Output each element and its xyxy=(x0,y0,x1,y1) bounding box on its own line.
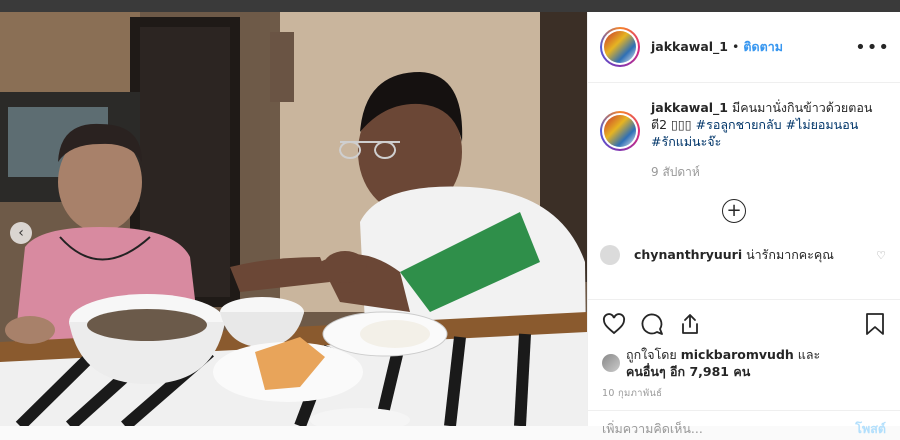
separator-dot: • xyxy=(732,39,740,54)
add-comment-bar: เพิ่มความคิดเห็น... โพสต์ xyxy=(588,410,900,440)
caption-time[interactable]: 9 สัปดาห์ xyxy=(651,164,886,181)
hashtag-link[interactable]: #รักแม่นะจ๊ะ xyxy=(651,134,721,149)
hashtag-link[interactable]: #ไม่ยอมนอน xyxy=(786,117,859,132)
post-date[interactable]: 10 กุมภาพันธ์ xyxy=(602,386,886,401)
bookmark-icon[interactable] xyxy=(864,312,886,336)
previous-image-button[interactable]: ‹ xyxy=(10,222,32,244)
post-sidebar: jakkawal_1 • ติดตาม ••• jakkawal_1 มีคนมาน… xyxy=(587,12,900,436)
comment-icon[interactable] xyxy=(640,312,664,336)
action-icons xyxy=(602,312,886,336)
caption: jakkawal_1 มีคนมานั่งกินข้าวด้วยตอนตี2 ▯… xyxy=(600,99,886,181)
more-options-icon[interactable]: ••• xyxy=(855,37,890,58)
heart-icon[interactable] xyxy=(602,312,626,336)
caption-body: jakkawal_1 มีคนมานั่งกินข้าวด้วยตอนตี2 ▯… xyxy=(651,99,886,181)
comments-section: jakkawal_1 มีคนมานั่งกินข้าวด้วยตอนตี2 ▯… xyxy=(588,83,900,299)
commenter-avatar[interactable] xyxy=(600,245,620,265)
page-backdrop xyxy=(0,0,900,12)
post-photo: ‹ xyxy=(0,12,587,426)
comment-text: chynanthryuuri น่ารักมากคะคุณ xyxy=(634,245,834,265)
follow-button[interactable]: ติดตาม xyxy=(743,39,783,54)
action-bar: ถูกใจโดย mickbaromvudh และ คนอื่นๆ อีก 7… xyxy=(588,299,900,401)
likes-and: และ xyxy=(797,347,821,362)
likes-summary: ถูกใจโดย mickbaromvudh และ คนอื่นๆ อีก 7… xyxy=(602,346,886,380)
likes-others-link[interactable]: คนอื่นๆ อีก 7,981 คน xyxy=(626,364,750,379)
likes-prefix: ถูกใจโดย xyxy=(626,347,677,362)
post-header: jakkawal_1 • ติดตาม ••• xyxy=(588,12,900,83)
profile-avatar[interactable] xyxy=(600,27,640,67)
share-icon[interactable] xyxy=(678,312,702,336)
post-modal: ‹ jakkawal_1 • ติดตาม ••• jakkawal_1 มีคนม… xyxy=(0,12,900,436)
comment-body: น่ารักมากคะคุณ xyxy=(746,247,834,262)
caption-username[interactable]: jakkawal_1 xyxy=(651,100,728,115)
photo-illustration xyxy=(0,12,587,426)
plus-circle-icon[interactable]: + xyxy=(722,199,746,223)
hashtag-link[interactable]: #รอลูกชายกลับ xyxy=(696,117,782,132)
username-link[interactable]: jakkawal_1 xyxy=(651,39,728,54)
comment-like-icon[interactable]: ♡ xyxy=(876,249,886,262)
header-text: jakkawal_1 • ติดตาม xyxy=(651,37,783,57)
comment-username[interactable]: chynanthryuuri xyxy=(634,247,742,262)
comment-item: chynanthryuuri น่ารักมากคะคุณ ♡ xyxy=(600,245,886,265)
liker-avatar[interactable] xyxy=(602,354,620,372)
caption-avatar[interactable] xyxy=(600,111,640,151)
likes-text: ถูกใจโดย mickbaromvudh และ คนอื่นๆ อีก 7… xyxy=(626,346,820,380)
liker-username[interactable]: mickbaromvudh xyxy=(681,347,794,362)
